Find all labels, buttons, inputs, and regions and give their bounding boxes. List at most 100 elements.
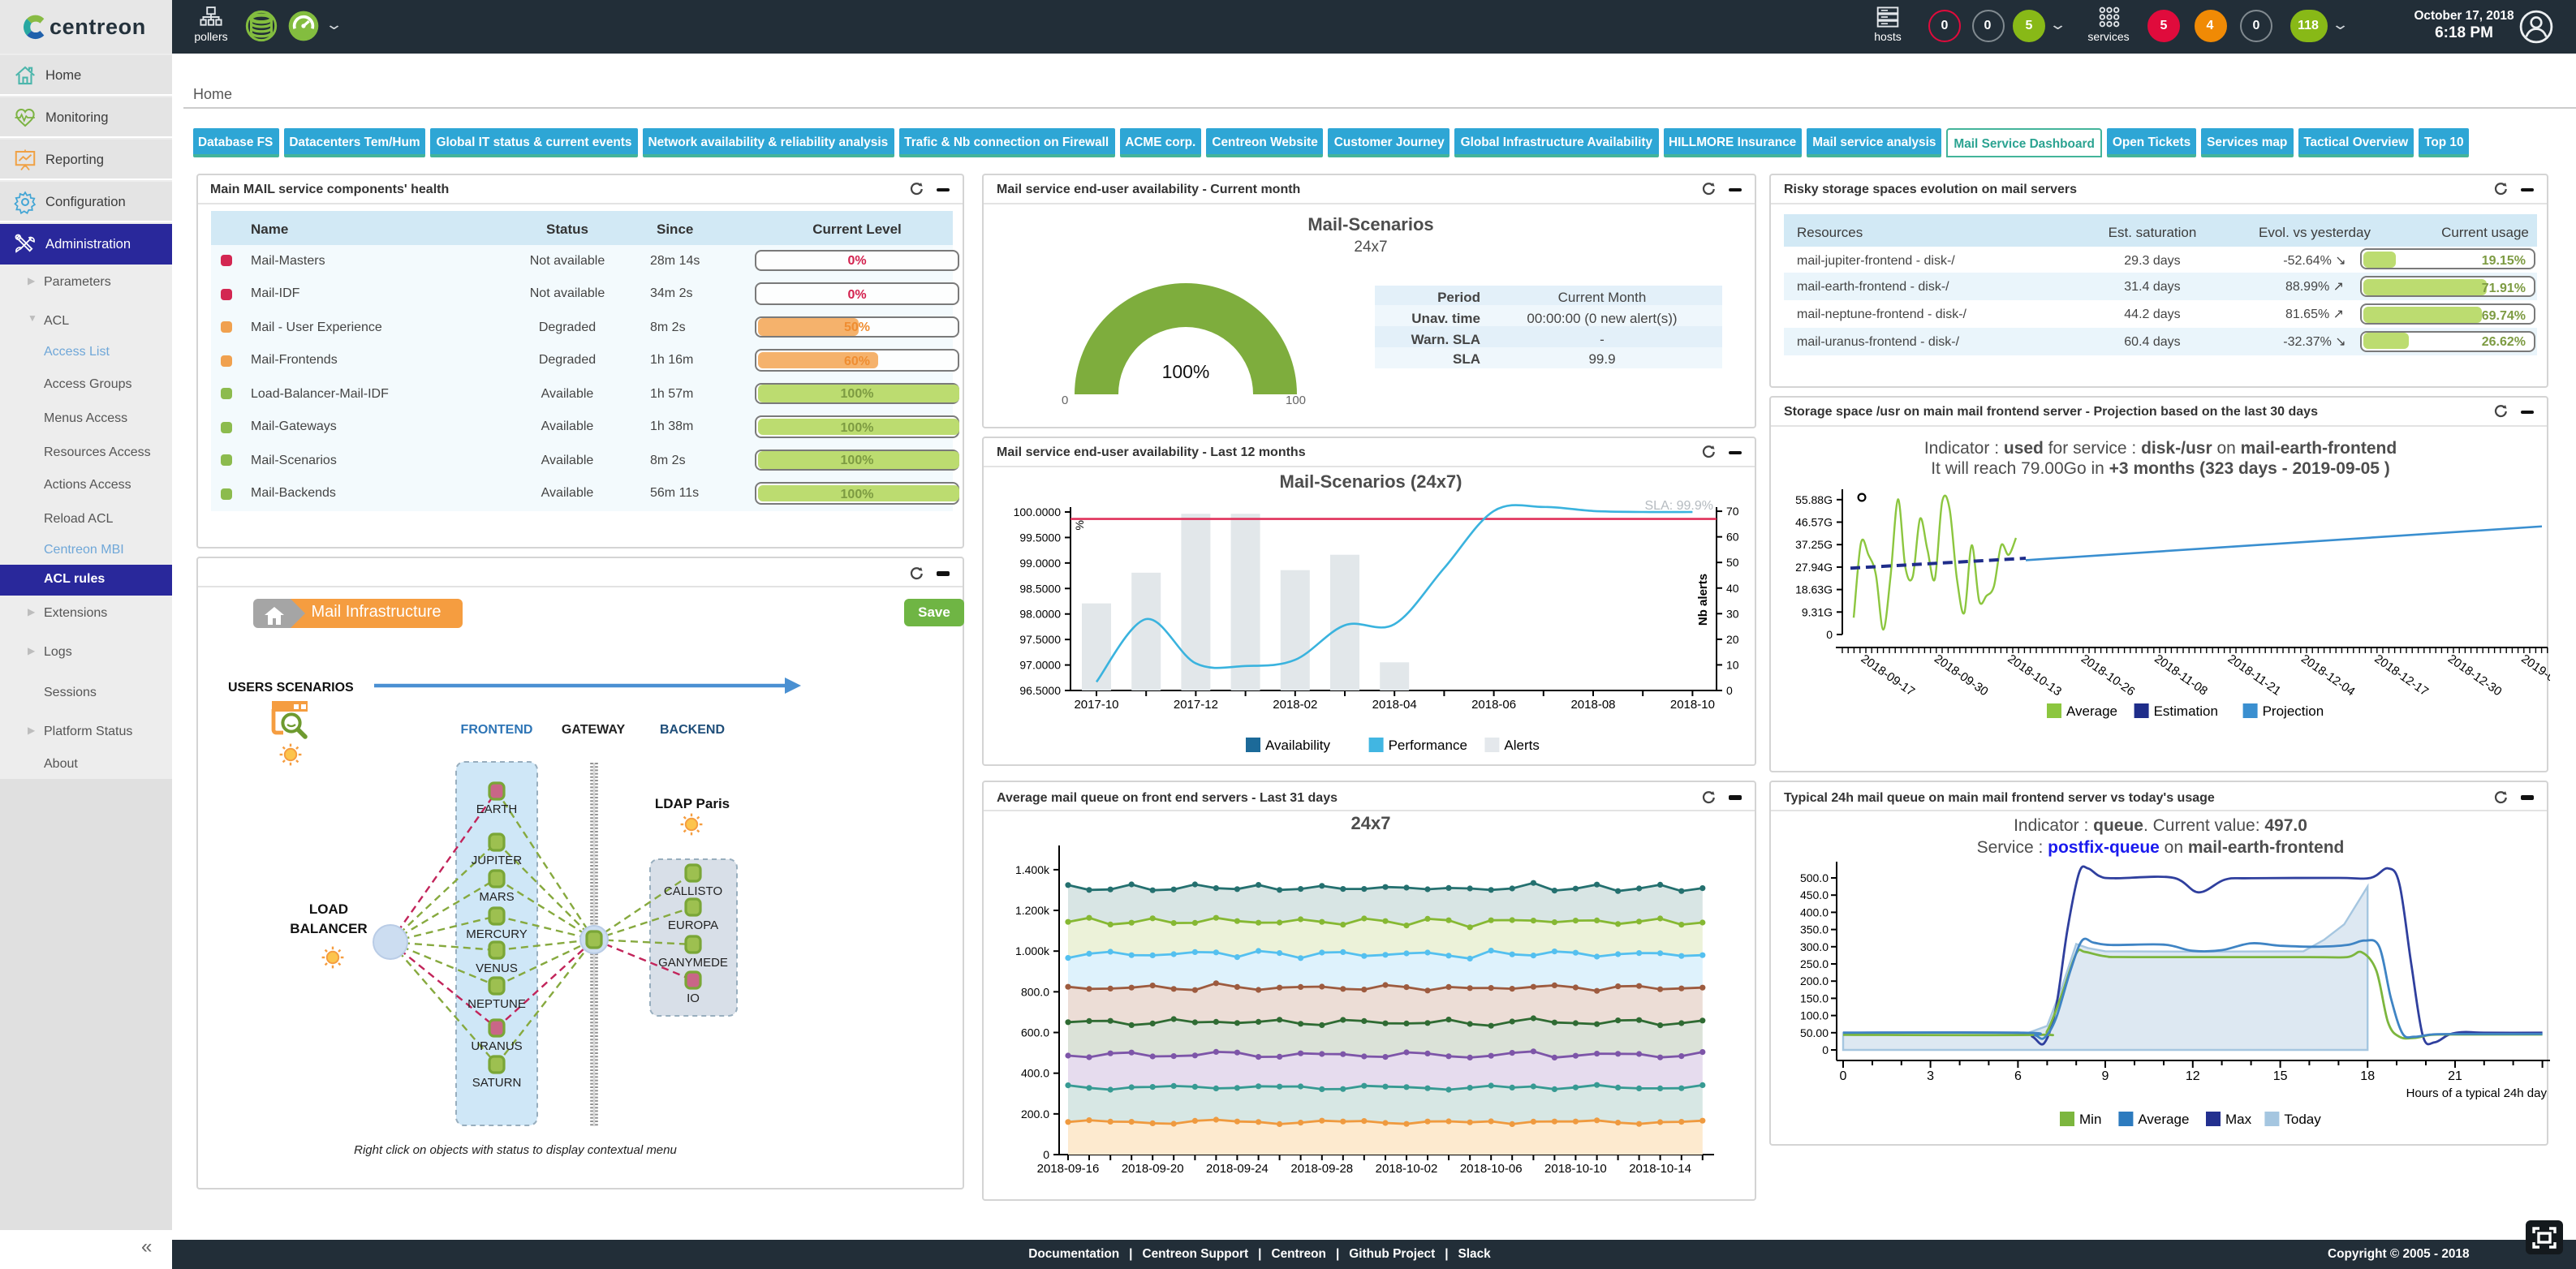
svg-text:Hours of a typical 24h day: Hours of a typical 24h day: [2406, 1086, 2548, 1100]
svg-text:50: 50: [1726, 555, 1739, 568]
svg-text:2018-09-16: 2018-09-16: [1037, 1162, 1100, 1176]
svg-text:2018-10-26: 2018-10-26: [2078, 651, 2138, 698]
svg-text:2017-10: 2017-10: [1074, 697, 1118, 711]
svg-text:21: 21: [2448, 1069, 2462, 1083]
svg-text:JUPITER: JUPITER: [471, 854, 522, 867]
svg-text:2019-01-12: 2019-01-12: [2518, 651, 2550, 698]
svg-text:GANYMEDE: GANYMEDE: [657, 956, 727, 970]
svg-text:BALANCER: BALANCER: [289, 921, 366, 936]
svg-text:55.88G: 55.88G: [1795, 493, 1833, 505]
svg-text:Availability: Availability: [1265, 737, 1331, 752]
svg-text:BACKEND: BACKEND: [659, 723, 724, 737]
svg-text:9: 9: [2102, 1069, 2109, 1083]
svg-text:2018-12-17: 2018-12-17: [2372, 651, 2432, 698]
svg-text:Today: Today: [2284, 1112, 2321, 1127]
svg-text:Performance: Performance: [1389, 737, 1467, 752]
svg-text:600.0: 600.0: [1021, 1026, 1049, 1039]
svg-text:2018-02: 2018-02: [1273, 697, 1317, 711]
svg-text:70: 70: [1726, 504, 1739, 517]
svg-text:It will reach 79.00Go in +3 mo: It will reach 79.00Go in +3 months (323 …: [1931, 458, 2390, 477]
svg-text:GATEWAY: GATEWAY: [561, 723, 625, 737]
svg-text:MARS: MARS: [478, 890, 513, 904]
svg-text:VENUS: VENUS: [475, 961, 517, 975]
svg-text:15: 15: [2273, 1069, 2288, 1083]
svg-text:20: 20: [1726, 632, 1739, 645]
svg-text:LOAD: LOAD: [308, 901, 347, 917]
svg-text:2018-10-13: 2018-10-13: [2005, 651, 2065, 698]
svg-text:2018-11-08: 2018-11-08: [2152, 651, 2210, 697]
svg-text:800.0: 800.0: [1021, 985, 1049, 998]
svg-text:24x7: 24x7: [1351, 813, 1391, 833]
svg-text:40: 40: [1726, 581, 1739, 594]
svg-text:98.0000: 98.0000: [1019, 607, 1061, 620]
svg-text:FRONTEND: FRONTEND: [460, 723, 532, 737]
svg-text:%: %: [1073, 519, 1086, 529]
svg-text:1.400k: 1.400k: [1015, 863, 1050, 876]
svg-text:URANUS: URANUS: [470, 1039, 521, 1053]
svg-text:0: 0: [1043, 1148, 1049, 1161]
svg-text:Indicator : queue. Current val: Indicator : queue. Current value: 497.0: [2014, 816, 2307, 835]
svg-text:450.0: 450.0: [1800, 888, 1829, 901]
svg-text:150.0: 150.0: [1800, 992, 1829, 1004]
svg-text:Max: Max: [2225, 1112, 2252, 1127]
svg-text:99.5000: 99.5000: [1019, 530, 1061, 543]
svg-text:IO: IO: [686, 992, 699, 1005]
svg-text:2018-11-21: 2018-11-21: [2225, 651, 2284, 697]
svg-text:0: 0: [1822, 1043, 1829, 1056]
svg-text:60: 60: [1726, 530, 1739, 543]
svg-text:2018-10-02: 2018-10-02: [1376, 1162, 1438, 1176]
svg-text:46.57G: 46.57G: [1795, 515, 1833, 528]
svg-text:500.0: 500.0: [1800, 871, 1829, 884]
svg-text:SATURN: SATURN: [472, 1076, 521, 1090]
svg-text:Average: Average: [2138, 1112, 2189, 1127]
svg-text:200.0: 200.0: [1021, 1108, 1049, 1121]
svg-text:Min: Min: [2079, 1112, 2101, 1127]
svg-text:2018-09-24: 2018-09-24: [1206, 1162, 1269, 1176]
svg-text:Projection: Projection: [2263, 703, 2324, 718]
svg-text:CALLISTO: CALLISTO: [663, 884, 722, 898]
svg-text:3: 3: [1927, 1069, 1934, 1083]
svg-text:50.00: 50.00: [1800, 1026, 1829, 1039]
svg-text:2018-10-06: 2018-10-06: [1460, 1162, 1523, 1176]
svg-text:MERCURY: MERCURY: [465, 927, 527, 941]
svg-text:Right click on objects with st: Right click on objects with status to di…: [353, 1143, 676, 1157]
svg-text:0: 0: [1826, 627, 1833, 640]
svg-text:NEPTUNE: NEPTUNE: [467, 997, 525, 1011]
svg-text:EARTH: EARTH: [476, 802, 517, 816]
svg-text:10: 10: [1726, 657, 1739, 670]
svg-text:Alerts: Alerts: [1504, 737, 1539, 752]
svg-text:300.0: 300.0: [1800, 940, 1829, 953]
svg-text:30: 30: [1726, 606, 1739, 619]
svg-text:27.94G: 27.94G: [1795, 560, 1833, 573]
svg-text:2018-04: 2018-04: [1372, 697, 1417, 711]
svg-text:2018-06: 2018-06: [1471, 697, 1516, 711]
svg-text:Indicator : used for service :: Indicator : used for service : disk-/usr…: [1924, 438, 2397, 457]
svg-text:2018-12-04: 2018-12-04: [2298, 651, 2358, 698]
svg-text:2018-09-28: 2018-09-28: [1290, 1162, 1353, 1176]
svg-text:2018-10: 2018-10: [1670, 697, 1715, 711]
svg-text:6: 6: [2014, 1069, 2022, 1083]
svg-text:2018-10-10: 2018-10-10: [1544, 1162, 1607, 1176]
svg-text:USERS SCENARIOS: USERS SCENARIOS: [227, 681, 353, 695]
svg-text:LDAP Paris: LDAP Paris: [654, 796, 729, 811]
svg-text:96.5000: 96.5000: [1019, 683, 1061, 696]
svg-text:Service : postfix-queue on mai: Service : postfix-queue on mail-earth-fr…: [1977, 838, 2345, 857]
svg-text:2018-09-30: 2018-09-30: [1932, 651, 1991, 698]
svg-text:Nb alerts: Nb alerts: [1696, 573, 1710, 625]
svg-text:Average: Average: [2066, 703, 2117, 718]
svg-text:SLA: 99.9%: SLA: 99.9%: [1645, 498, 1714, 512]
svg-text:2018-12-30: 2018-12-30: [2445, 651, 2505, 698]
svg-text:Mail-Scenarios (24x7): Mail-Scenarios (24x7): [1280, 471, 1462, 491]
svg-text:37.25G: 37.25G: [1795, 537, 1833, 550]
svg-text:12: 12: [2186, 1069, 2200, 1083]
svg-text:2018-08: 2018-08: [1570, 697, 1615, 711]
svg-text:0: 0: [1726, 683, 1733, 696]
svg-text:2018-09-20: 2018-09-20: [1122, 1162, 1184, 1176]
svg-text:2018-09-17: 2018-09-17: [1859, 651, 1918, 698]
svg-text:Estimation: Estimation: [2154, 703, 2218, 718]
svg-text:1.000k: 1.000k: [1015, 944, 1050, 957]
svg-text:350.0: 350.0: [1800, 923, 1829, 936]
svg-text:9.31G: 9.31G: [1802, 604, 1833, 617]
svg-text:1.200k: 1.200k: [1015, 904, 1050, 917]
svg-text:2018-10-14: 2018-10-14: [1629, 1162, 1691, 1176]
